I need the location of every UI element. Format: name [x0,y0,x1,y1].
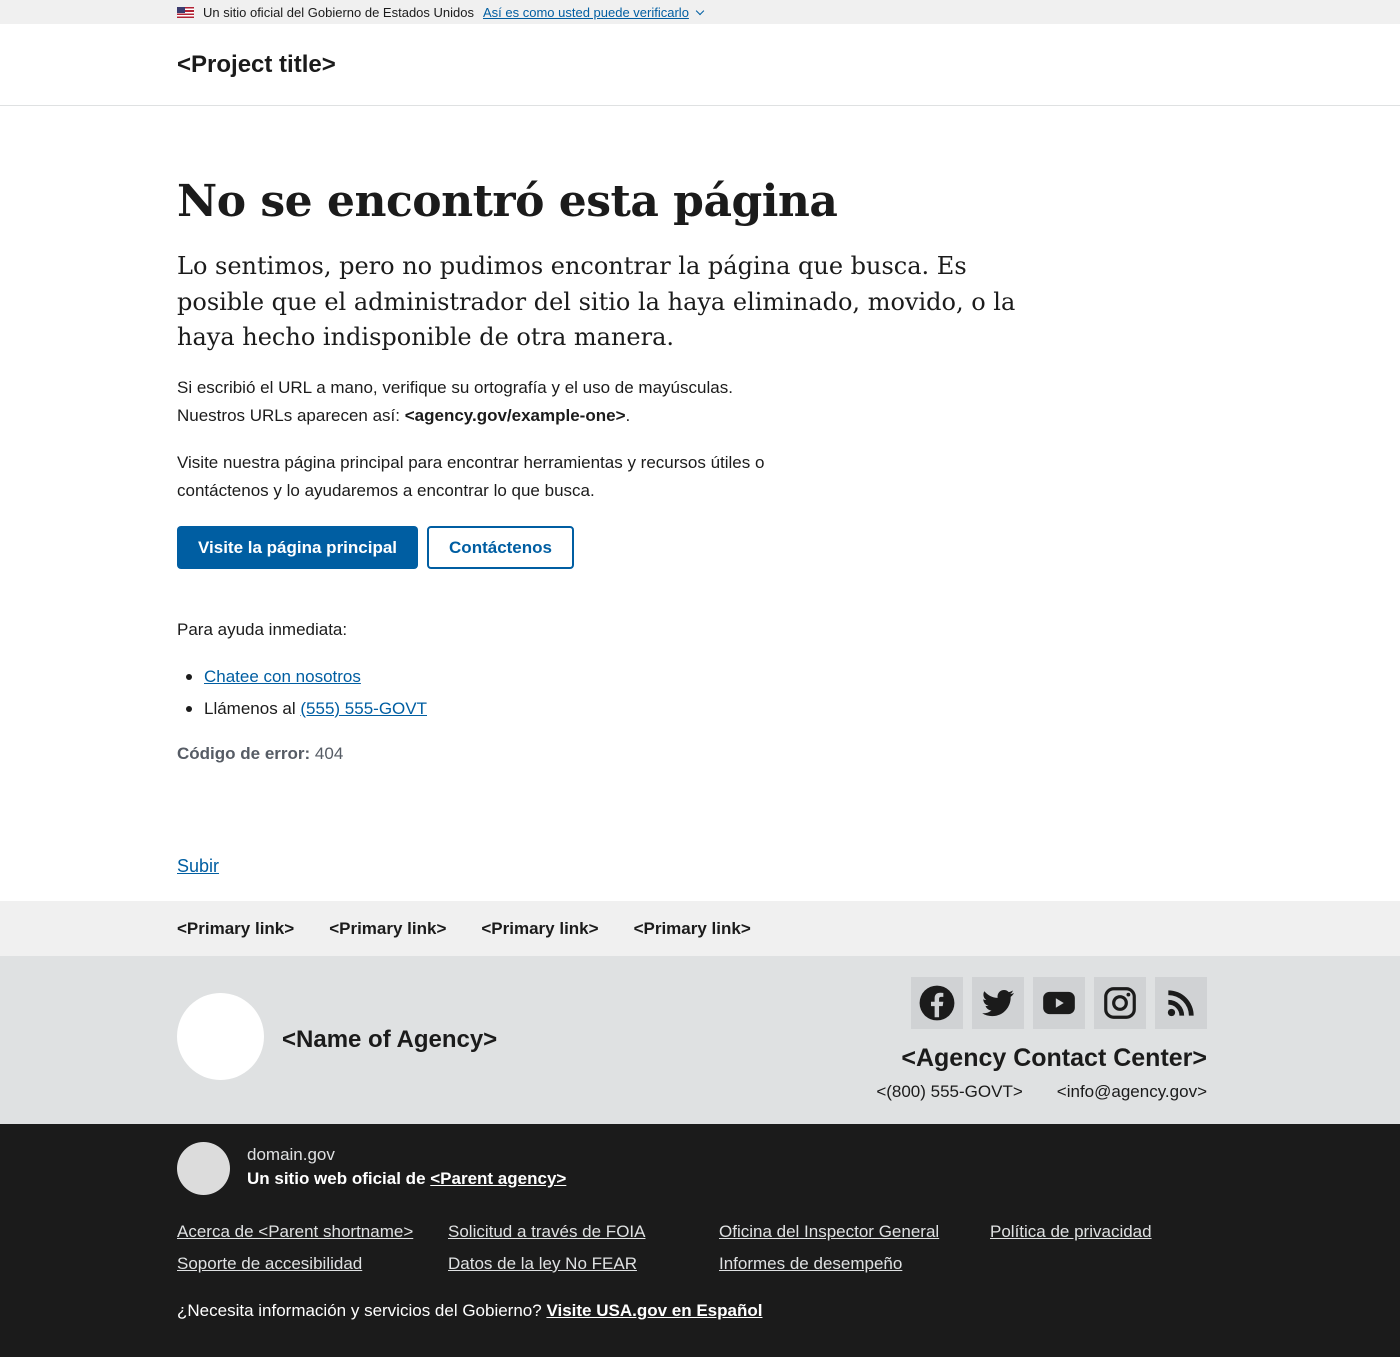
project-title-link[interactable]: <Project title> [177,51,336,79]
footer-secondary: <Name of Agency> <Agency Contact Center>… [0,956,1400,1124]
contact-email[interactable]: <info@agency.gov> [1057,1082,1207,1102]
contact-phone[interactable]: <(800) 555-GOVT> [876,1082,1022,1102]
gov-banner: Un sitio oficial del Gobierno de Estados… [0,0,1400,24]
footer-primary-link[interactable]: <Primary link> [177,919,294,939]
page-title: No se encontró esta página [177,176,838,227]
us-flag-icon [177,6,194,18]
agency-name: <Name of Agency> [282,1026,498,1053]
visit-homepage-button[interactable]: Visite la página principal [177,526,419,569]
call-prefix: Llámenos al [204,699,301,718]
chevron-down-icon [695,6,705,15]
identifier-domain: domain.gov [247,1145,335,1164]
help-list: Chatee con nosotros Llámenos al (555) 55… [186,664,427,728]
list-item: Chatee con nosotros [186,664,427,696]
url-hint-line1: Si escribió el URL a mano, verifique su … [177,378,733,397]
contact-center-title: <Agency Contact Center> [901,1044,1207,1072]
url-hint-line2-suffix: . [625,406,631,425]
return-to-top-link[interactable]: Subir [177,856,219,877]
url-hint-line2-prefix: Nuestros URLs aparecen así: [177,406,405,425]
youtube-icon[interactable] [1033,977,1085,1029]
usa-prefix: ¿Necesita información y servicios del Go… [177,1301,547,1320]
footer-primary-link[interactable]: <Primary link> [329,919,446,939]
footer-primary-nav: <Primary link> <Primary link> <Primary l… [0,901,1400,956]
error-code-value: 404 [314,744,344,763]
site-header: <Project title> [0,24,1400,106]
inspector-general-link[interactable]: Oficina del Inspector General [719,1220,990,1243]
main-content: No se encontró esta página Lo sentimos, … [0,106,1400,901]
error-code: Código de error: 404 [177,744,343,764]
identifier-links: Acerca de <Parent shortname> Solicitud a… [177,1220,1261,1275]
identifier-official: Un sitio web oficial de <Parent agency> [247,1169,566,1189]
facebook-icon[interactable] [911,977,963,1029]
footer-primary-link[interactable]: <Primary link> [481,919,598,939]
no-fear-act-link[interactable]: Datos de la ley No FEAR [448,1252,719,1275]
parent-agency-logo [177,1142,230,1195]
about-link[interactable]: Acerca de <Parent shortname> [177,1220,448,1243]
banner-verify-link[interactable]: Así es como usted puede verificarlo [482,4,705,20]
performance-reports-link[interactable]: Informes de desempeño [719,1252,990,1275]
accessibility-link[interactable]: Soporte de accesibilidad [177,1252,448,1275]
parent-agency-link[interactable]: <Parent agency> [430,1169,566,1188]
banner-official-text: Un sitio oficial del Gobierno de Estados… [203,4,474,20]
contact-info: <(800) 555-GOVT> <info@agency.gov> [876,1082,1207,1102]
lead-paragraph: Lo sentimos, pero no pudimos encontrar l… [177,252,1016,351]
button-group: Visite la página principal Contáctenos [177,526,574,569]
official-prefix: Un sitio web oficial de [247,1169,431,1188]
chat-link[interactable]: Chatee con nosotros [204,667,361,686]
rss-icon[interactable] [1155,977,1207,1029]
identifier: domain.gov Un sitio web oficial de <Pare… [0,1124,1400,1357]
foia-link[interactable]: Solicitud a través de FOIA [448,1220,719,1243]
privacy-policy-link[interactable]: Política de privacidad [990,1220,1261,1243]
url-example: <agency.gov/example-one> [404,406,626,425]
list-item: Llámenos al (555) 555-GOVT [186,696,427,728]
social-links [911,977,1207,1029]
footer-primary-link[interactable]: <Primary link> [634,919,751,939]
url-hint: Si escribió el URL a mano, verifique su … [177,374,817,430]
usa-gov-link[interactable]: Visite USA.gov en Español [546,1301,762,1320]
instagram-icon[interactable] [1094,977,1146,1029]
visit-text: Visite nuestra página principal para enc… [177,453,765,500]
contact-us-button[interactable]: Contáctenos [427,526,574,569]
agency-logo [177,993,264,1080]
twitter-icon[interactable] [972,977,1024,1029]
usa-gov-section: ¿Necesita información y servicios del Go… [177,1301,762,1321]
error-code-label: Código de error: [177,744,311,763]
phone-link[interactable]: (555) 555-GOVT [300,699,427,718]
banner-verify-label: Así es como usted puede verificarlo [482,4,689,20]
help-title: Para ayuda inmediata: [177,620,348,639]
